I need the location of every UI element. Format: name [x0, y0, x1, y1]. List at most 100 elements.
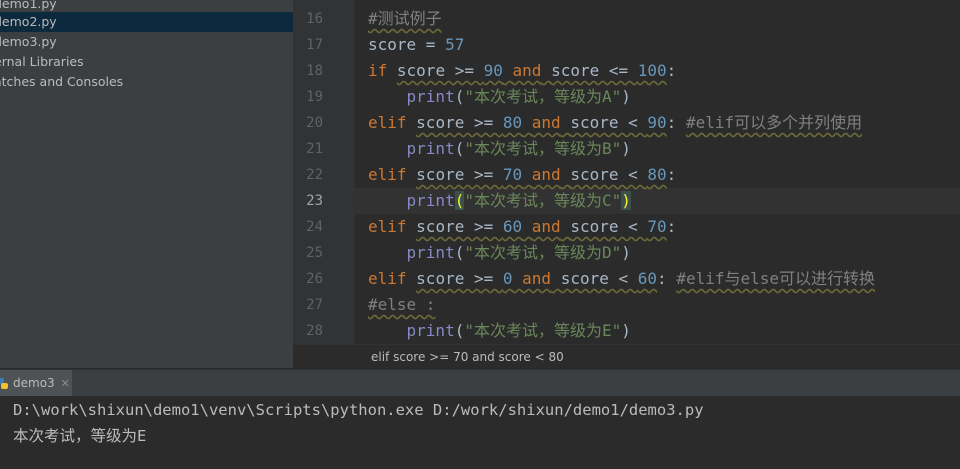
number: 70 [647, 217, 667, 236]
number: 70 [502, 165, 523, 184]
keyword: and [522, 269, 552, 288]
comment: #else : [368, 295, 436, 314]
code-text: score < [570, 113, 648, 132]
code-line-21: print("本次考试，等级为B") [368, 136, 631, 162]
builtin: print [406, 191, 455, 210]
code-text: ( [454, 87, 465, 106]
number: 100 [637, 61, 667, 80]
number: 90 [483, 61, 503, 80]
number: 80 [502, 113, 523, 132]
comment: #elif可以多个并列使用 [685, 113, 863, 132]
keyword: and [531, 113, 561, 132]
paren-highlight: ) [621, 191, 631, 210]
console-line: D:\work\shixun\demo1\venv\Scripts\python… [13, 401, 704, 419]
code-text: score >= [416, 165, 503, 184]
tree-item-label: demo1.py [0, 0, 57, 11]
keyword: if [368, 61, 388, 80]
code-line-20: elif score >= 80 and score < 90: #elif可以… [368, 110, 862, 136]
code-text: ( [454, 321, 465, 340]
tree-item-demo2[interactable]: demo2.py [0, 12, 293, 32]
keyword: and [531, 217, 561, 236]
string: "本次考试，等级为C" [464, 191, 622, 210]
comment: #elif与else可以进行转换 [676, 269, 876, 288]
run-console[interactable]: D:\work\shixun\demo1\venv\Scripts\python… [0, 396, 960, 469]
line-number: 19 [306, 89, 323, 105]
condition: score >= 0 and score < 60 [416, 269, 657, 288]
code-line-26: elif score >= 0 and score < 60: #elif与el… [368, 266, 875, 292]
string: "本次考试，等级为A" [464, 87, 622, 106]
condition: score >= 60 and score < 70 [416, 217, 666, 236]
keyword: elif [368, 113, 407, 132]
line-number-current: 23 [306, 193, 323, 209]
line-number: 28 [306, 323, 323, 339]
line-number: 16 [306, 11, 323, 27]
builtin: print [406, 321, 455, 340]
keyword: and [531, 165, 561, 184]
code-text: : [657, 269, 667, 288]
builtin: print [406, 243, 455, 262]
code-line-19: print("本次考试，等级为A") [368, 84, 631, 110]
tree-item-label: demo2.py [0, 14, 57, 29]
code-line-16: #测试例子 [368, 6, 442, 32]
run-tab-label: demo3 [13, 376, 55, 390]
tree-item-scratches-consoles[interactable]: atches and Consoles [0, 72, 293, 92]
string: "本次考试，等级为D" [464, 243, 622, 262]
number: 57 [445, 35, 465, 54]
condition: score >= 70 and score < 80 [416, 165, 666, 184]
string: "本次考试，等级为B" [464, 139, 622, 158]
line-number: 18 [306, 63, 323, 79]
line-number: 22 [306, 167, 323, 183]
code-line-17: score = 57 [368, 32, 464, 58]
code-text: score < [570, 165, 648, 184]
code-text: : [666, 217, 677, 236]
condition: score >= 90 and score <= 100 [397, 61, 667, 80]
tree-item-label: ernal Libraries [0, 54, 84, 69]
breadcrumb-text: elif score >= 70 and score < 80 [371, 350, 564, 364]
keyword: and [512, 61, 542, 80]
code-text: : [666, 61, 677, 80]
editor-breadcrumb[interactable]: elif score >= 70 and score < 80 [293, 344, 960, 368]
code-line-28: print("本次考试，等级为E") [368, 318, 631, 344]
line-number: 26 [306, 271, 323, 287]
number: 60 [502, 217, 523, 236]
code-line-27: #else : [368, 292, 435, 318]
tree-item-external-libraries[interactable]: ernal Libraries [0, 52, 293, 72]
code-line-24: elif score >= 60 and score < 70: [368, 214, 676, 240]
code-text: score < [560, 269, 638, 288]
code-text: score = [368, 35, 446, 54]
line-number: 27 [306, 297, 323, 313]
tree-item-label: demo3.py [0, 34, 57, 49]
code-text: ( [454, 139, 465, 158]
number: 80 [647, 165, 667, 184]
editor-gutter: 16 17 18 19 20 21 22 23 24 25 26 27 28 [293, 0, 367, 344]
line-number: 20 [306, 115, 323, 131]
code-text: ) [621, 87, 631, 106]
code-text: score >= [416, 217, 503, 236]
code-editor[interactable]: #测试例子 score = 57 if score >= 90 and scor… [355, 0, 960, 344]
close-icon[interactable]: ✕ [61, 378, 70, 389]
code-line-18: if score >= 90 and score <= 100: [368, 58, 676, 84]
paren-highlight: ( [454, 191, 465, 210]
code-text: score <= [551, 61, 638, 80]
tree-item-demo3[interactable]: demo3.py [0, 32, 293, 52]
run-tab-demo3[interactable]: demo3 ✕ [0, 370, 72, 396]
run-tab-bar: demo3 ✕ [0, 369, 960, 397]
line-number: 21 [306, 141, 323, 157]
line-number: 17 [306, 37, 323, 53]
code-line-22: elif score >= 70 and score < 80: [368, 162, 676, 188]
builtin: print [406, 139, 455, 158]
line-number: 25 [306, 245, 323, 261]
string: "本次考试，等级为E" [464, 321, 622, 340]
keyword: elif [368, 165, 407, 184]
code-text: score < [570, 217, 648, 236]
number: 0 [502, 269, 513, 288]
builtin: print [406, 87, 455, 106]
python-icon [0, 377, 8, 389]
keyword: elif [368, 217, 407, 236]
code-text: ) [621, 243, 631, 262]
line-number: 24 [306, 219, 323, 235]
code-text: score >= [416, 113, 503, 132]
code-text: ) [621, 139, 631, 158]
comment: #测试例子 [368, 9, 442, 28]
code-text: : [666, 165, 677, 184]
